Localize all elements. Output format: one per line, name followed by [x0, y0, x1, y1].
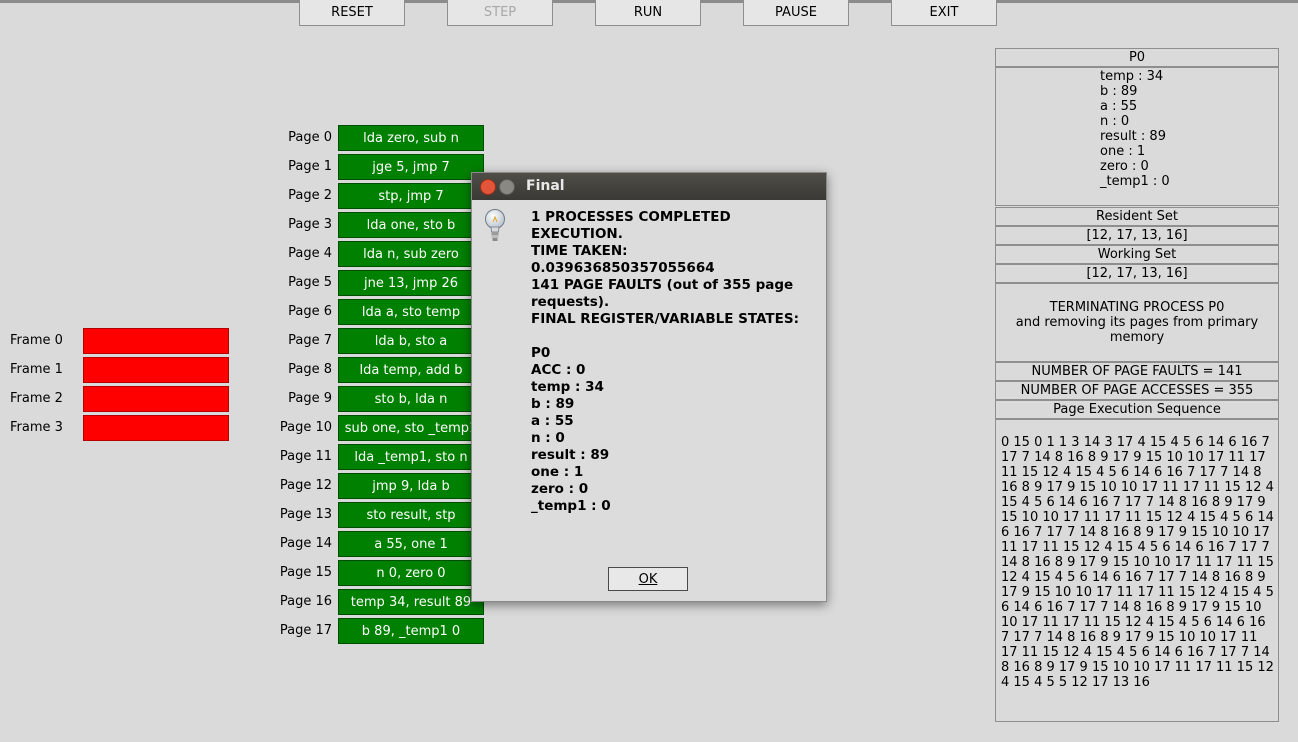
- page-label: Page 10: [279, 420, 332, 435]
- working-set-label: Working Set: [995, 245, 1279, 264]
- resident-set-value: [12, 17, 13, 16]: [995, 226, 1279, 245]
- page-block: sto b, lda n: [338, 386, 484, 412]
- variable-row: one : 1: [1100, 144, 1146, 159]
- frame-label: Frame 2: [10, 391, 63, 406]
- frame-label: Frame 3: [10, 420, 63, 435]
- sequence-label: Page Execution Sequence: [995, 400, 1279, 419]
- page-label: Page 14: [279, 536, 332, 551]
- variable-row: a : 55: [1100, 99, 1138, 114]
- ok-button[interactable]: OK: [608, 567, 688, 591]
- page-label: Page 6: [288, 304, 332, 319]
- final-dialog: Final 1 PROCESSES COMPLETED EXECUTION. T…: [471, 172, 827, 602]
- page-block: lda a, sto temp: [338, 299, 484, 325]
- page-block: sto result, stp: [338, 502, 484, 528]
- lightbulb-icon: [485, 209, 505, 241]
- page-execution-sequence: 0 15 0 1 1 3 14 3 17 4 15 4 5 6 14 6 16 …: [1001, 435, 1274, 690]
- page-accesses-count: NUMBER OF PAGE ACCESSES = 355: [995, 381, 1279, 400]
- page-label: Page 3: [288, 217, 332, 232]
- page-block: jne 13, jmp 26: [338, 270, 484, 296]
- page-block: lda temp, add b: [338, 357, 484, 383]
- page-label: Page 4: [288, 246, 332, 261]
- page-block: b 89, _temp1 0: [338, 618, 484, 644]
- status-line: TERMINATING PROCESS P0: [1049, 300, 1225, 315]
- page-block: lda n, sub zero: [338, 241, 484, 267]
- page-block: lda b, sto a: [338, 328, 484, 354]
- frame-slot: [83, 386, 229, 412]
- page-label: Page 11: [279, 449, 332, 464]
- frame-label: Frame 0: [10, 333, 63, 348]
- variable-row: _temp1 : 0: [1100, 174, 1170, 189]
- page-block: a 55, one 1: [338, 531, 484, 557]
- step-button[interactable]: STEP: [447, 0, 553, 26]
- minimize-icon[interactable]: [499, 179, 515, 195]
- variable-row: n : 0: [1100, 114, 1130, 129]
- run-button[interactable]: RUN: [595, 0, 701, 26]
- page-block: n 0, zero 0: [338, 560, 484, 586]
- status-line: and removing its pages from primary memo…: [1015, 315, 1259, 345]
- page-block: lda zero, sub n: [338, 125, 484, 151]
- frame-slot: [83, 415, 229, 441]
- page-block: jmp 9, lda b: [338, 473, 484, 499]
- reset-button[interactable]: RESET: [299, 0, 405, 26]
- page-label: Page 2: [288, 188, 332, 203]
- pause-button[interactable]: PAUSE: [743, 0, 849, 26]
- page-block: sub one, sto _temp1: [338, 415, 484, 441]
- variable-row: result : 89: [1100, 129, 1166, 144]
- page-block: temp 34, result 89: [338, 589, 484, 615]
- dialog-message: 1 PROCESSES COMPLETED EXECUTION. TIME TA…: [531, 209, 799, 514]
- page-label: Page 16: [279, 594, 332, 609]
- variable-row: b : 89: [1100, 84, 1138, 99]
- page-label: Page 12: [279, 478, 332, 493]
- page-label: Page 13: [279, 507, 332, 522]
- dialog-titlebar[interactable]: Final: [472, 173, 826, 200]
- frame-slot: [83, 357, 229, 383]
- variable-row: temp : 34: [1100, 69, 1164, 84]
- page-label: Page 1: [288, 159, 332, 174]
- page-block: lda one, sto b: [338, 212, 484, 238]
- page-label: Page 7: [288, 333, 332, 348]
- page-label: Page 9: [288, 391, 332, 406]
- frame-label: Frame 1: [10, 362, 63, 377]
- page-label: Page 5: [288, 275, 332, 290]
- page-label: Page 17: [279, 623, 332, 638]
- exit-button[interactable]: EXIT: [891, 0, 997, 26]
- page-block: lda _temp1, sto n: [338, 444, 484, 470]
- variable-row: zero : 0: [1100, 159, 1149, 174]
- dialog-title: Final: [526, 178, 565, 194]
- page-faults-count: NUMBER OF PAGE FAULTS = 141: [995, 362, 1279, 381]
- page-label: Page 8: [288, 362, 332, 377]
- page-label: Page 0: [288, 130, 332, 145]
- page-label: Page 15: [279, 565, 332, 580]
- status-panel: TERMINATING PROCESS P0 and removing its …: [995, 283, 1279, 362]
- resident-set-label: Resident Set: [995, 207, 1279, 226]
- close-icon[interactable]: [480, 179, 496, 195]
- page-block: jge 5, jmp 7: [338, 154, 484, 180]
- page-block: stp, jmp 7: [338, 183, 484, 209]
- working-set-value: [12, 17, 13, 16]: [995, 264, 1279, 283]
- process-title: P0: [995, 48, 1279, 67]
- frame-slot: [83, 328, 229, 354]
- variables-list: temp : 34 b : 89 a : 55 n : 0 result : 8…: [1100, 69, 1170, 189]
